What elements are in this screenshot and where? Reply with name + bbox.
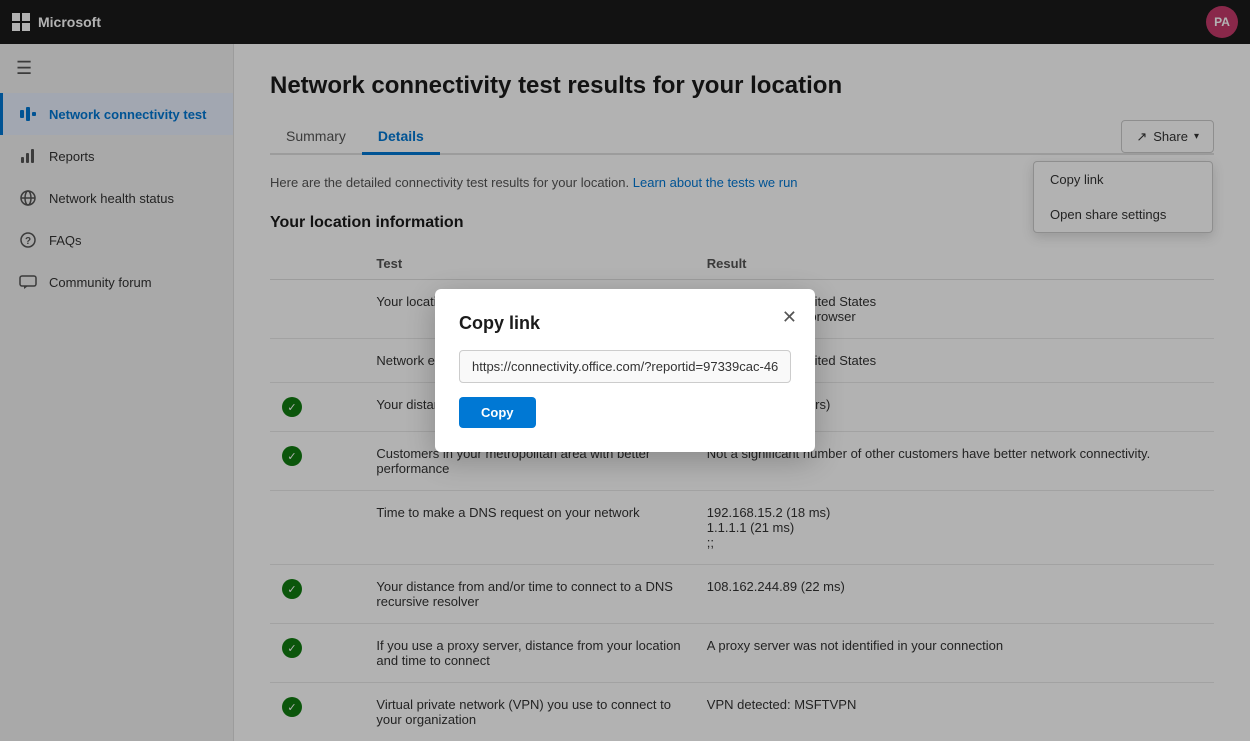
copy-link-modal: Copy link ✕ Copy: [435, 289, 815, 452]
modal-overlay[interactable]: Copy link ✕ Copy: [0, 0, 1250, 741]
modal-copy-button[interactable]: Copy: [459, 397, 536, 428]
modal-close-button[interactable]: ✕: [778, 303, 801, 332]
modal-url-input[interactable]: [459, 350, 791, 383]
modal-title: Copy link: [459, 313, 791, 334]
